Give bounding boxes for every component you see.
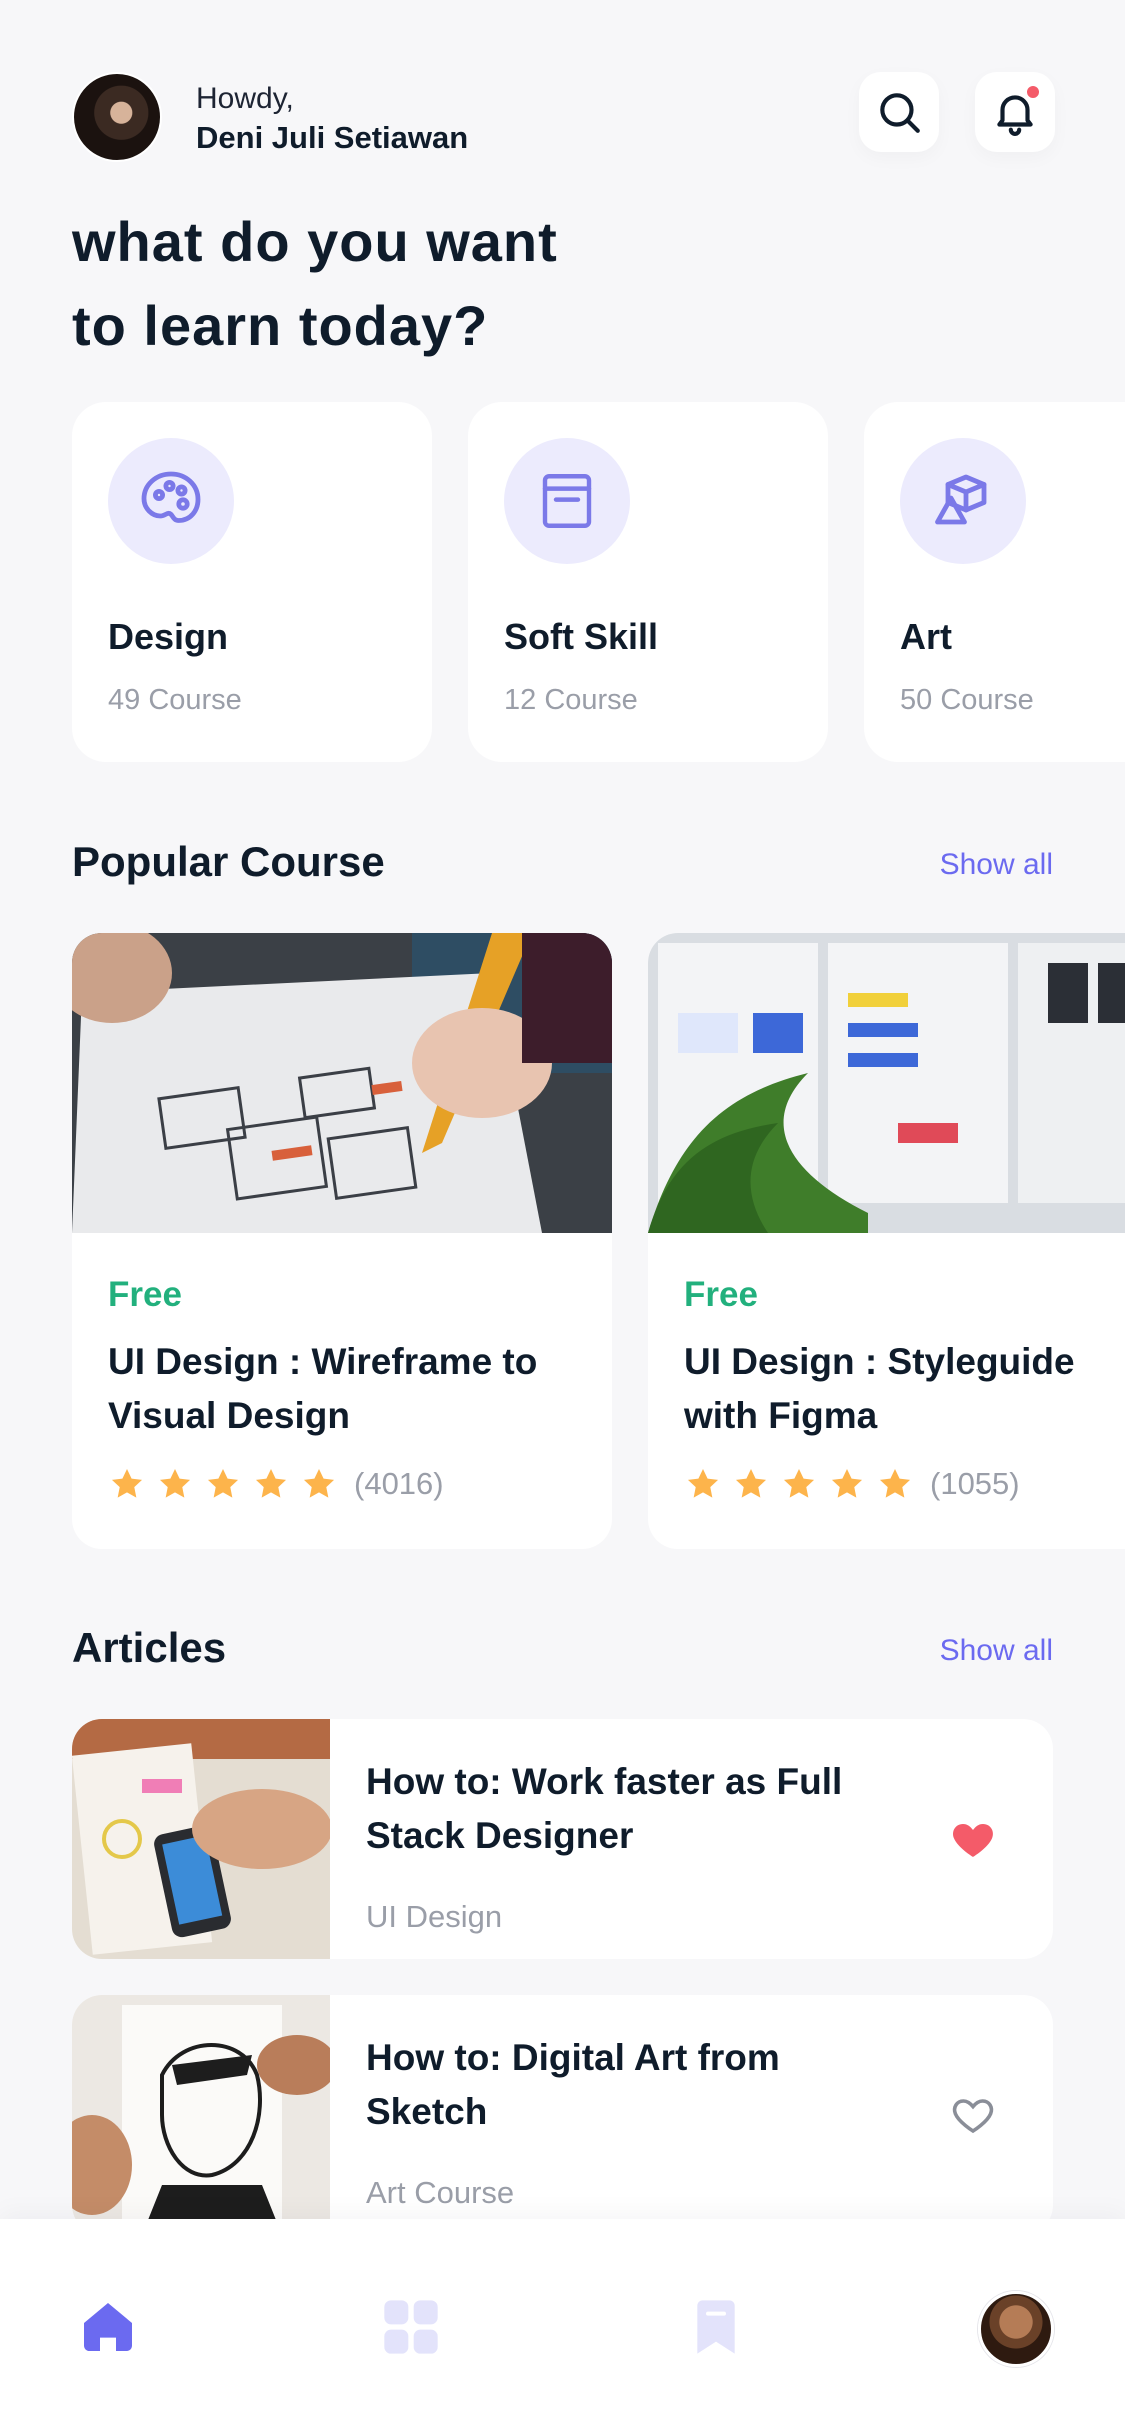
notification-badge: [1025, 84, 1041, 100]
star-icon: [111, 1468, 143, 1498]
home-icon[interactable]: [76, 2295, 140, 2359]
article-title: How to: Digital Art from Sketch: [366, 2037, 780, 2132]
search-icon: [880, 93, 920, 133]
review-count: (1055): [930, 1466, 1020, 1501]
category-card-soft-skill[interactable]: Soft Skill 12 Course: [468, 402, 828, 762]
star-icon: [879, 1468, 911, 1498]
course-thumbnail-wireframe: [72, 933, 612, 1233]
review-count: (4016): [354, 1466, 444, 1501]
course-title: UI Design : Styleguide with Figma: [684, 1341, 1075, 1436]
article-thumbnail-sketch: [72, 1995, 330, 2235]
star-icon: [831, 1468, 863, 1498]
category-list: Design 49 Course Soft Skill 12 Course Ar…: [72, 402, 1125, 764]
article-card[interactable]: How to: Work faster as Full Stack Design…: [72, 1719, 1053, 1959]
course-rating: (1055): [684, 1465, 1020, 1503]
star-icon: [255, 1468, 287, 1498]
user-name: Deni Juli Setiawan: [196, 120, 469, 155]
course-thumbnail-styleguide: [648, 933, 1125, 1233]
category-count: 50 Course: [900, 684, 1034, 716]
article-thumbnail-designer: [72, 1719, 330, 1959]
notification-button[interactable]: [975, 72, 1055, 152]
headline-line-1: what do you want: [72, 210, 558, 273]
course-rating: (4016): [108, 1465, 444, 1503]
star-icon: [687, 1468, 719, 1498]
star-icon: [783, 1468, 815, 1498]
course-card[interactable]: Free UI Design : Styleguide with Figma (…: [648, 933, 1125, 1549]
grid-icon[interactable]: [379, 2295, 443, 2359]
star-icon: [159, 1468, 191, 1498]
course-price: Free: [684, 1275, 758, 1314]
category-title: Art: [900, 616, 952, 657]
header: Howdy, Deni Juli Setiawan: [72, 72, 1055, 162]
category-title: Design: [108, 616, 229, 657]
popular-course-list: Free UI Design : Wireframe to Visual Des…: [72, 933, 1125, 1549]
articles-title: Articles: [72, 1624, 227, 1671]
popular-show-all-link[interactable]: Show all: [940, 848, 1053, 882]
page-headline: what do you want to learn today?: [72, 200, 772, 368]
greeting-text: Howdy,: [196, 82, 294, 115]
course-card[interactable]: Free UI Design : Wireframe to Visual Des…: [72, 933, 612, 1549]
article-title: How to: Work faster as Full Stack Design…: [366, 1761, 843, 1856]
course-title: UI Design : Wireframe to Visual Design: [108, 1341, 538, 1436]
greeting-block: Howdy, Deni Juli Setiawan: [196, 82, 468, 156]
category-count: 12 Course: [504, 684, 638, 716]
user-avatar[interactable]: [72, 72, 162, 162]
profile-avatar[interactable]: [978, 2291, 1054, 2367]
heart-filled-icon[interactable]: [949, 1815, 997, 1863]
star-icon: [207, 1468, 239, 1498]
category-card-art[interactable]: Art 50 Course: [864, 402, 1125, 762]
shapes-icon: [900, 438, 1026, 564]
category-title: Soft Skill: [504, 616, 659, 657]
bookmark-icon[interactable]: [684, 2295, 748, 2359]
category-card-design[interactable]: Design 49 Course: [72, 402, 432, 762]
palette-icon: [108, 438, 234, 564]
star-icon: [303, 1468, 335, 1498]
article-category: Art Course: [366, 2175, 515, 2210]
course-price: Free: [108, 1275, 182, 1314]
bottom-tab-bar: [0, 2219, 1125, 2436]
category-count: 49 Course: [108, 684, 242, 716]
headline-line-2: to learn today?: [72, 294, 489, 357]
popular-course-title: Popular Course: [72, 838, 385, 885]
search-button[interactable]: [859, 72, 939, 152]
article-card[interactable]: How to: Digital Art from Sketch Art Cour…: [72, 1995, 1053, 2235]
book-icon: [504, 438, 630, 564]
heart-outline-icon[interactable]: [949, 2091, 997, 2139]
star-icon: [735, 1468, 767, 1498]
article-category: UI Design: [366, 1899, 503, 1934]
articles-show-all-link[interactable]: Show all: [940, 1634, 1053, 1668]
